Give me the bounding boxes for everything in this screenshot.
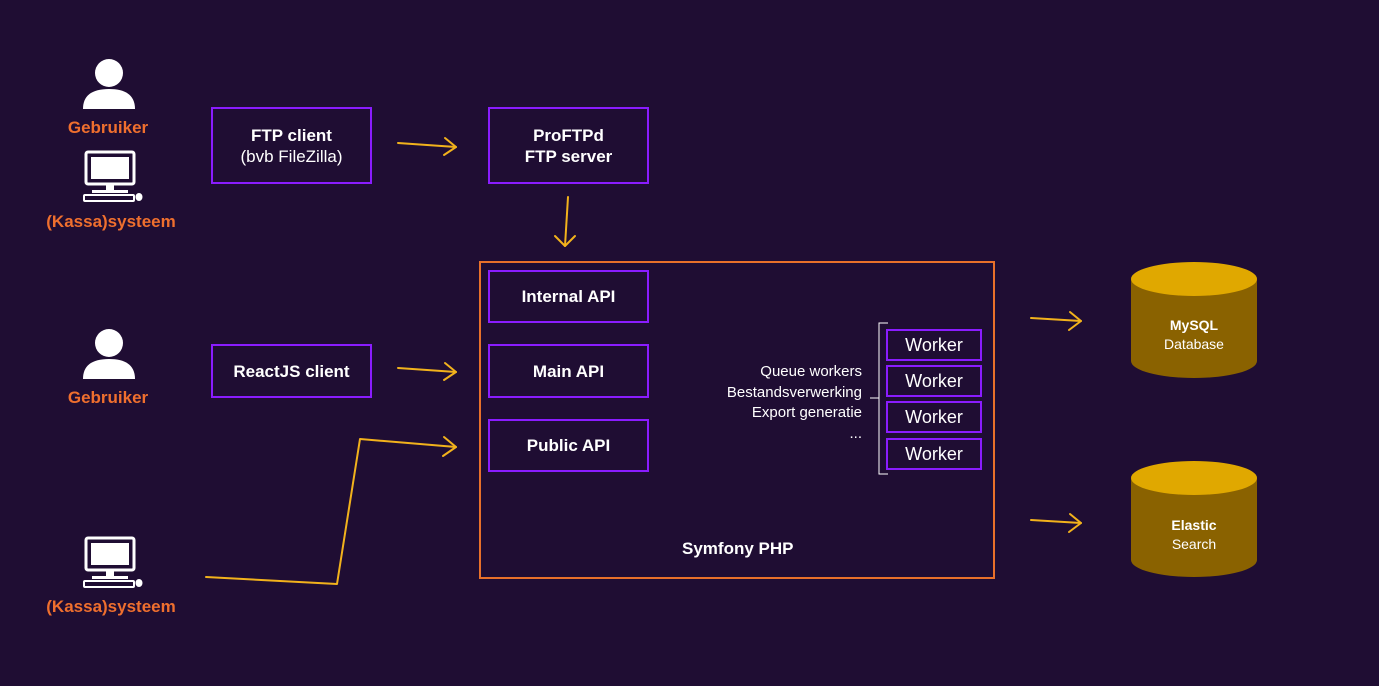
actor-label-kassasysteem-2: (Kassa)systeem — [46, 597, 176, 616]
internal-api-label: Internal API — [521, 287, 616, 306]
arrow-system-to-publicapi — [205, 436, 457, 585]
queue-line: Bestandsverwerking — [726, 383, 862, 401]
main-api-label: Main API — [532, 361, 605, 381]
actor-label-gebruiker-1: Gebruiker — [67, 118, 149, 137]
worker-box: Worker — [886, 401, 982, 433]
architecture-diagram: Gebruiker (Kassa)systeem Gebruiker (Kass… — [0, 0, 1379, 686]
public-api-box: Public API — [488, 419, 649, 472]
react-client-box: ReactJS client — [211, 344, 372, 398]
worker-box: Worker — [886, 365, 982, 397]
arrow-server-to-symfony — [554, 196, 576, 247]
internal-api-box: Internal API — [488, 270, 649, 323]
mysql-label: MySQL Database — [1139, 316, 1249, 354]
react-client-label: ReactJS client — [233, 361, 350, 381]
computer-icon — [83, 536, 143, 588]
ftp-client-title: FTP client — [251, 125, 332, 145]
ftp-client-subtitle: (bvb FileZilla) — [240, 146, 343, 166]
queue-description: Queue workers Bestandsverwerking Export … — [680, 362, 862, 444]
computer-icon — [83, 150, 143, 202]
ftp-client-box: FTP client (bvb FileZilla) — [211, 107, 372, 184]
main-api-box: Main API — [488, 344, 649, 398]
arrow-ftpclient-to-server — [397, 137, 457, 156]
mysql-title: MySQL — [1169, 317, 1219, 333]
queue-line: Export generatie — [751, 404, 862, 421]
arrow-to-mysql — [1030, 311, 1082, 331]
arrow-to-elastic — [1030, 513, 1082, 533]
ftp-server-box: ProFTPd FTP server — [488, 107, 649, 184]
user-icon — [83, 329, 135, 379]
actor-label-kassasysteem-1: (Kassa)systeem — [46, 212, 176, 231]
worker-box: Worker — [886, 438, 982, 470]
elastic-label: Elastic Search — [1139, 516, 1249, 554]
actor-label-gebruiker-2: Gebruiker — [67, 388, 149, 407]
user-icon — [83, 59, 135, 109]
ftp-server-title: ProFTPd — [533, 125, 604, 145]
mysql-subtitle: Database — [1164, 336, 1224, 352]
elastic-subtitle: Search — [1171, 536, 1217, 552]
queue-line: ... — [849, 424, 862, 442]
ftp-server-subtitle: FTP server — [524, 146, 613, 166]
elastic-title: Elastic — [1171, 517, 1217, 533]
arrow-react-to-mainapi — [397, 362, 457, 381]
symfony-label: Symfony PHP — [682, 539, 794, 558]
worker-box: Worker — [886, 329, 982, 361]
public-api-label: Public API — [526, 436, 611, 455]
queue-line: Queue workers — [760, 363, 862, 380]
